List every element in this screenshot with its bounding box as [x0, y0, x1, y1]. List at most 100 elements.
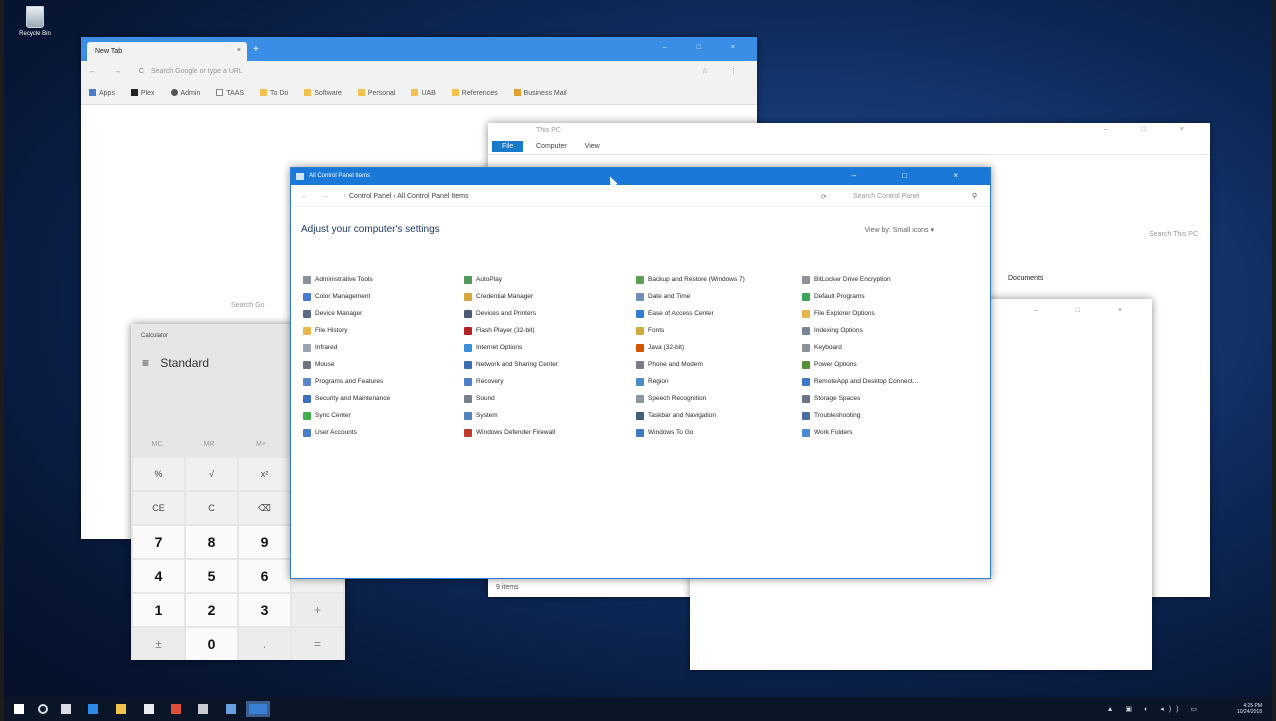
- control-panel-item[interactable]: Java (32-bit): [636, 339, 802, 356]
- control-panel-item[interactable]: Phone and Modem: [636, 356, 802, 373]
- bookmark-todo[interactable]: To Do: [260, 89, 288, 97]
- control-panel-item[interactable]: Recovery: [464, 373, 636, 390]
- control-panel-item[interactable]: Programs and Features: [303, 373, 464, 390]
- explorer-window-controls[interactable]: – □ ×: [1104, 126, 1200, 133]
- bookmark-plex[interactable]: Plex: [130, 89, 155, 97]
- explorer-search-input[interactable]: Search This PC: [1149, 231, 1198, 238]
- key-clear-entry[interactable]: CE: [133, 492, 184, 524]
- control-panel-item[interactable]: Infrared: [303, 339, 464, 356]
- key-9[interactable]: 9: [239, 526, 290, 558]
- control-panel-item[interactable]: Color Management: [303, 288, 464, 305]
- control-panel-item[interactable]: BitLocker Drive Encryption: [802, 271, 972, 288]
- browser-window-controls[interactable]: – □ ×: [663, 44, 749, 51]
- control-panel-item[interactable]: Indexing Options: [802, 322, 972, 339]
- key-4[interactable]: 4: [133, 560, 184, 592]
- ribbon-file-tab[interactable]: File: [492, 141, 524, 152]
- omnibox[interactable]: Search Google or type a URL: [145, 65, 685, 79]
- key-6[interactable]: 6: [239, 560, 290, 592]
- key-2[interactable]: 2: [186, 594, 237, 626]
- bookmark-apps[interactable]: Apps: [89, 89, 115, 97]
- nav-arrows[interactable]: ← → ↑: [301, 193, 352, 200]
- key-7[interactable]: 7: [133, 526, 184, 558]
- key-decimal[interactable]: .: [239, 628, 290, 660]
- cortana-icon[interactable]: [38, 704, 48, 714]
- control-panel-item[interactable]: Date and Time: [636, 288, 802, 305]
- control-panel-item[interactable]: Storage Spaces: [802, 390, 972, 407]
- control-panel-item[interactable]: Security and Maintenance: [303, 390, 464, 407]
- documents-folder[interactable]: Documents: [1008, 275, 1043, 282]
- start-icon[interactable]: [14, 704, 24, 714]
- control-panel-item[interactable]: Sound: [464, 390, 636, 407]
- edge-icon[interactable]: [88, 704, 98, 714]
- control-panel-item[interactable]: Device Manager: [303, 305, 464, 322]
- control-panel-item[interactable]: Power Options: [802, 356, 972, 373]
- close-tab-icon[interactable]: ×: [237, 47, 241, 54]
- control-panel-item[interactable]: RemoteApp and Desktop Connect...: [802, 373, 972, 390]
- key-square[interactable]: x²: [239, 458, 290, 490]
- recycle-bin-shortcut[interactable]: Recycle Bin: [10, 4, 60, 37]
- control-panel-icon[interactable]: [246, 701, 270, 717]
- control-panel-item[interactable]: Troubleshooting: [802, 407, 972, 424]
- bookmark-uab[interactable]: UAB: [411, 89, 436, 97]
- bookmark-star-icon[interactable]: ☆ ⋮: [702, 67, 747, 75]
- key-1[interactable]: 1: [133, 594, 184, 626]
- control-panel-item[interactable]: Administrative Tools: [303, 271, 464, 288]
- key-sqrt[interactable]: √: [186, 458, 237, 490]
- bookmark-business-mail[interactable]: Business Mail: [513, 89, 567, 97]
- store-icon[interactable]: [144, 704, 154, 714]
- control-panel-item[interactable]: Flash Player (32-bit): [464, 322, 636, 339]
- clock[interactable]: 4:25 PM 10/24/2018: [1237, 703, 1262, 715]
- task-view-icon[interactable]: [61, 704, 71, 714]
- bookmark-personal[interactable]: Personal: [357, 89, 395, 97]
- control-panel-item[interactable]: Devices and Printers: [464, 305, 636, 322]
- control-panel-item[interactable]: Ease of Access Center: [636, 305, 802, 322]
- calculator-icon[interactable]: [198, 704, 208, 714]
- control-panel-item[interactable]: User Accounts: [303, 424, 464, 441]
- google-search-box[interactable]: Search Go: [231, 302, 264, 309]
- key-equals[interactable]: =: [292, 628, 343, 660]
- control-panel-item[interactable]: File Explorer Options: [802, 305, 972, 322]
- key-3[interactable]: 3: [239, 594, 290, 626]
- control-panel-item[interactable]: Network and Sharing Center: [464, 356, 636, 373]
- refresh-icon[interactable]: ⟳: [821, 193, 827, 201]
- control-panel-item[interactable]: Speech Recognition: [636, 390, 802, 407]
- key-5[interactable]: 5: [186, 560, 237, 592]
- control-panel-item[interactable]: Default Programs: [802, 288, 972, 305]
- chrome-icon[interactable]: [171, 704, 181, 714]
- control-panel-item[interactable]: Credential Manager: [464, 288, 636, 305]
- control-panel-item[interactable]: File History: [303, 322, 464, 339]
- key-backspace[interactable]: ⌫: [239, 492, 290, 524]
- bookmark-software[interactable]: Software: [304, 89, 342, 97]
- breadcrumb[interactable]: Control Panel › All Control Panel Items: [349, 193, 468, 200]
- blank-window-controls[interactable]: – □ ×: [1034, 307, 1140, 314]
- file-explorer-icon[interactable]: [116, 704, 126, 714]
- key-percent[interactable]: %: [133, 458, 184, 490]
- ribbon-tabs[interactable]: Computer View: [536, 143, 600, 150]
- control-panel-item[interactable]: Sync Center: [303, 407, 464, 424]
- memory-recall-button[interactable]: MR: [183, 441, 235, 448]
- control-panel-item[interactable]: Fonts: [636, 322, 802, 339]
- browser-nav-buttons[interactable]: ← → C: [89, 68, 152, 75]
- key-plus[interactable]: +: [292, 594, 343, 626]
- bookmark-taas[interactable]: TAAS: [216, 89, 244, 97]
- view-by-dropdown[interactable]: View by: Small icons ▾: [864, 226, 934, 234]
- browser-tab[interactable]: New Tab ×: [87, 42, 247, 61]
- system-tray-icons[interactable]: ▲ ▣ ◐ ◂)) ▭: [1107, 705, 1202, 713]
- new-tab-button[interactable]: +: [253, 44, 259, 55]
- paint-icon[interactable]: [226, 704, 236, 714]
- control-panel-item[interactable]: Mouse: [303, 356, 464, 373]
- control-panel-window-controls[interactable]: – □ ×: [852, 171, 980, 180]
- control-panel-item[interactable]: Keyboard: [802, 339, 972, 356]
- key-negate[interactable]: ±: [133, 628, 184, 660]
- bookmark-references[interactable]: References: [451, 89, 498, 97]
- control-panel-item[interactable]: Windows To Go: [636, 424, 802, 441]
- control-panel-item[interactable]: Internet Options: [464, 339, 636, 356]
- key-0[interactable]: 0: [186, 628, 237, 660]
- control-panel-item[interactable]: AutoPlay: [464, 271, 636, 288]
- bookmark-admin[interactable]: Admin: [170, 89, 200, 97]
- control-panel-item[interactable]: Taskbar and Navigation: [636, 407, 802, 424]
- hamburger-menu-icon[interactable]: ≡: [142, 356, 149, 370]
- key-8[interactable]: 8: [186, 526, 237, 558]
- memory-clear-button[interactable]: MC: [131, 441, 183, 448]
- control-panel-search-input[interactable]: Search Control Panel ⚲: [849, 190, 981, 203]
